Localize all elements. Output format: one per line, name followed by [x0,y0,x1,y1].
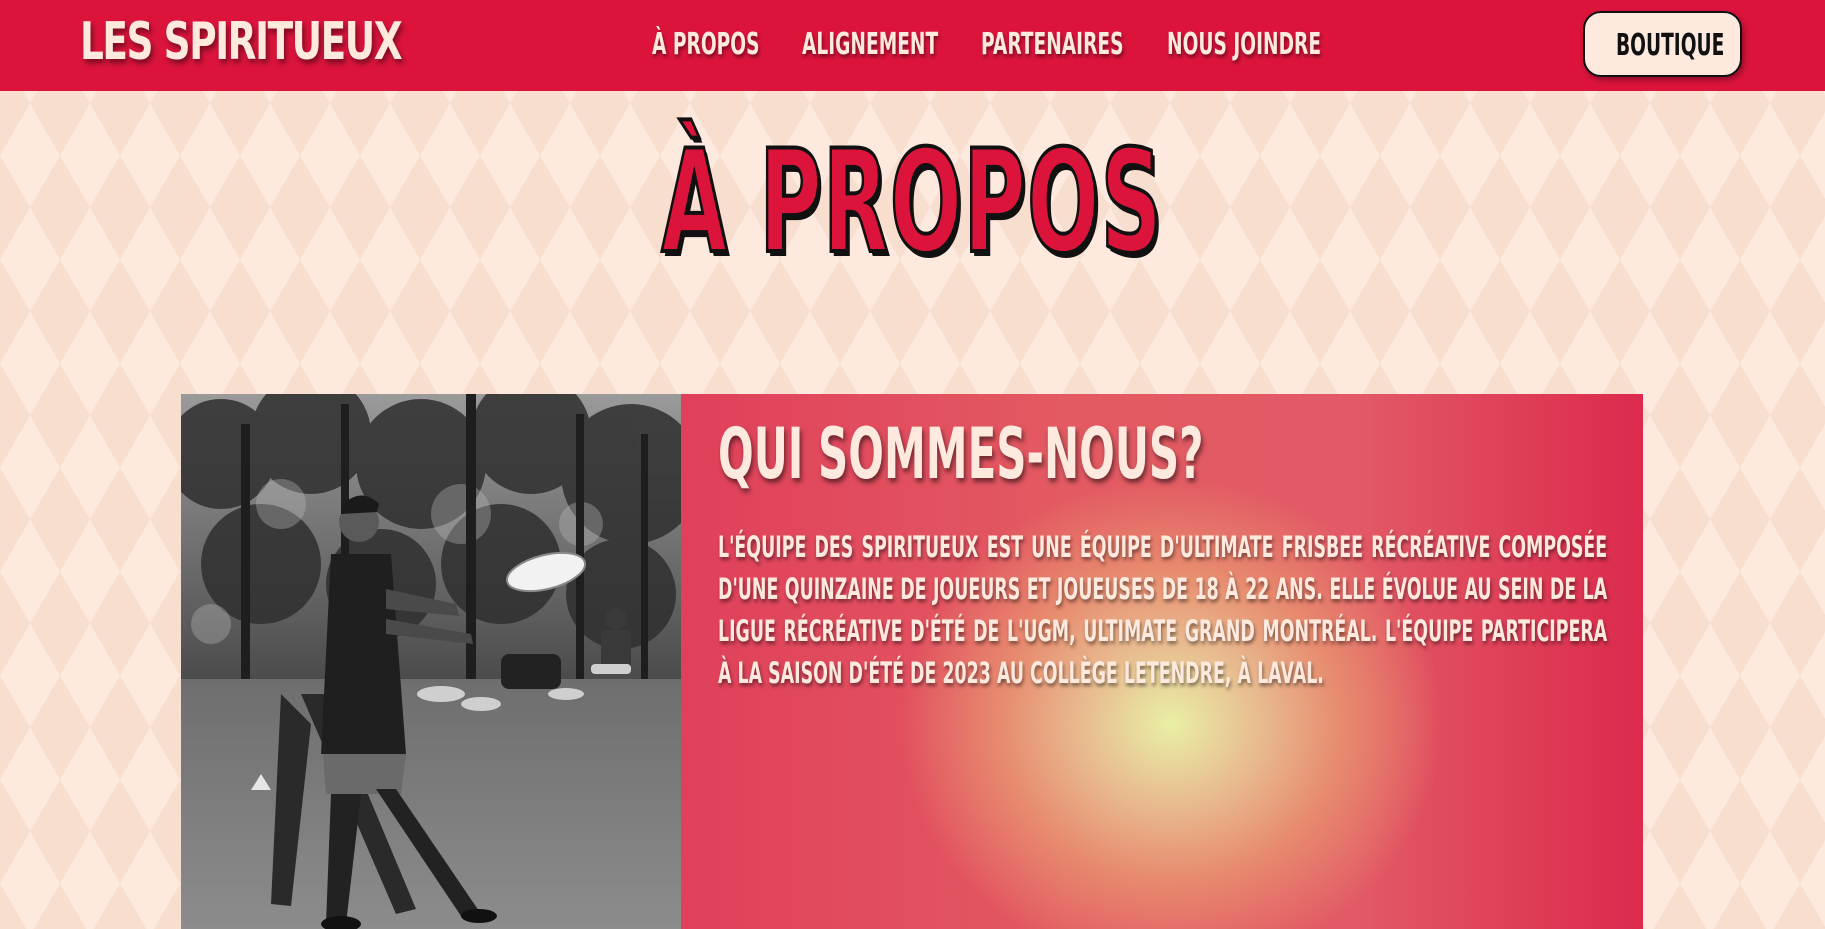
top-navbar: LES SPIRITUEUX À PROPOS ALIGNEMENT PARTE… [0,0,1825,91]
boutique-button[interactable]: BOUTIQUE [1583,11,1742,77]
nav-link-a-propos[interactable]: À PROPOS [652,27,759,63]
about-text-panel: QUI SOMMES-NOUS? L'ÉQUIPE DES SPIRITUEUX… [681,394,1643,929]
page-title: À PROPOS [0,118,1825,288]
site-logo[interactable]: LES SPIRITUEUX [80,12,403,72]
nav-link-partenaires[interactable]: PARTENAIRES [981,27,1124,63]
about-body-text: L'ÉQUIPE DES SPIRITUEUX EST UNE ÉQUIPE D… [718,530,1608,690]
boutique-button-label: BOUTIQUE [1616,28,1725,63]
nav-link-nous-joindre[interactable]: NOUS JOINDRE [1167,27,1321,63]
page-title-text: À PROPOS [660,118,1164,287]
about-section: QUI SOMMES-NOUS? L'ÉQUIPE DES SPIRITUEUX… [181,394,1643,929]
nav-link-alignement[interactable]: ALIGNEMENT [802,27,938,63]
team-photo [181,394,681,929]
about-heading: QUI SOMMES-NOUS? [718,413,1204,495]
